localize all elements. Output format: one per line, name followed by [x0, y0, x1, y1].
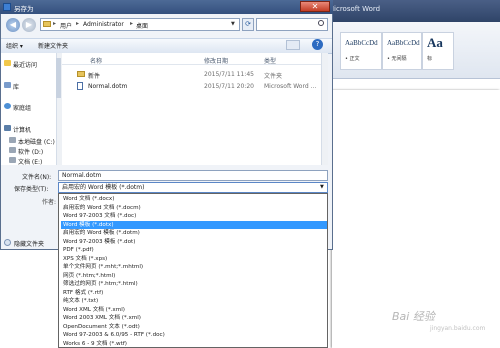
nav-item-homegroup[interactable]: 家庭组	[13, 103, 31, 112]
breadcrumb-separator: ▸	[76, 20, 80, 27]
nav-item-libraries[interactable]: 库	[13, 82, 19, 91]
filetype-option[interactable]: 网页 (*.htm;*.html)	[61, 272, 327, 280]
filetype-option[interactable]: PDF (*.pdf)	[61, 246, 327, 254]
style-no-spacing[interactable]: AaBbCcDd • 无间隔	[382, 32, 422, 70]
filetype-label: 保存类型(T):	[14, 186, 49, 193]
word-document-icon	[77, 82, 83, 90]
style-sample: AaBbCcDd	[387, 39, 420, 47]
filetype-option[interactable]: Word 模板 (*.dotx)	[61, 220, 327, 229]
search-input[interactable]	[256, 18, 328, 31]
nav-item-drive-d[interactable]: 软件 (D:)	[18, 147, 43, 156]
file-name[interactable]: Normal.dotm	[88, 83, 127, 90]
filetype-option[interactable]: 启用宏的 Word 模板 (*.dotm)	[61, 229, 327, 237]
file-modified: 2015/7/11 11:45	[204, 71, 254, 78]
breadcrumb-item[interactable]: Administrator	[83, 21, 124, 28]
organize-button[interactable]: 组织 ▾	[6, 41, 23, 50]
filetype-option[interactable]: OpenDocument 文本 (*.odt)	[61, 323, 327, 331]
nav-item-drive-e[interactable]: 文档 (E:)	[18, 157, 42, 166]
column-header-modified[interactable]: 修改日期	[204, 56, 228, 65]
computer-icon	[4, 125, 11, 131]
filetype-option[interactable]: 单个文件网页 (*.mht;*.mhtml)	[61, 263, 327, 271]
breadcrumb-item[interactable]: 桌面	[136, 21, 148, 30]
style-normal[interactable]: AaBbCcDd • 正文	[340, 32, 382, 70]
baidu-watermark-url: jingyan.baidu.com	[430, 325, 486, 332]
folder-icon	[77, 71, 85, 77]
star-icon	[4, 60, 11, 66]
filetype-option[interactable]: 筛选过的网页 (*.htm;*.html)	[61, 280, 327, 288]
search-icon	[318, 20, 324, 26]
back-button[interactable]: ◀	[6, 18, 20, 32]
drive-icon	[9, 157, 16, 163]
filetype-option[interactable]: Word XML 文档 (*.xml)	[61, 306, 327, 314]
nav-scrollbar-thumb[interactable]	[56, 58, 61, 98]
help-button[interactable]: ?	[312, 39, 323, 50]
filename-field[interactable]: Normal.dotm	[58, 170, 328, 181]
filetype-option[interactable]: Works 6 - 9 文档 (*.wtf)	[61, 340, 327, 348]
new-folder-button[interactable]: 新建文件夹	[38, 41, 68, 50]
filetype-option[interactable]: RTF 格式 (*.rtf)	[61, 289, 327, 297]
filetype-option[interactable]: 纯文本 (*.txt)	[61, 297, 327, 305]
breadcrumb-item[interactable]: 用户	[60, 21, 72, 30]
style-sample: AaBbCcDd	[345, 39, 378, 47]
file-name[interactable]: 新件	[88, 71, 100, 80]
forward-button[interactable]: ▶	[22, 18, 36, 32]
style-label: • 无间隔	[387, 56, 407, 62]
style-sample: Aa	[427, 35, 443, 50]
filetype-option[interactable]: Word 97-2003 文档 (*.doc)	[61, 212, 327, 220]
view-options-button[interactable]	[286, 40, 300, 50]
file-type: Microsoft Word ...	[264, 83, 317, 90]
dialog-titlebar[interactable]	[0, 0, 333, 14]
chevron-down-icon[interactable]: ▼	[320, 184, 324, 190]
style-heading[interactable]: Aa 标	[422, 32, 454, 70]
dialog-title: 另存为	[14, 5, 34, 13]
word-app-icon	[3, 3, 11, 11]
nav-item-recent[interactable]: 最近访问	[13, 60, 37, 69]
nav-item-drive-c[interactable]: 本地磁盘 (C:)	[18, 137, 55, 146]
hide-folders-button[interactable]: 隐藏文件夹	[14, 239, 44, 248]
chevron-down-icon[interactable]: ▼	[231, 21, 235, 27]
folder-icon	[43, 21, 51, 27]
filetype-option[interactable]: Word 97-2003 模板 (*.dot)	[61, 238, 327, 246]
baidu-watermark: Bai 经验	[392, 310, 435, 323]
author-label: 作者:	[42, 199, 57, 206]
column-header-name[interactable]: 名称	[90, 56, 102, 65]
file-modified: 2015/7/11 20:20	[204, 83, 254, 90]
file-list-scrollbar[interactable]	[321, 53, 328, 165]
filename-label: 文件名(N):	[22, 174, 52, 181]
filetype-option[interactable]: Word 97-2003 & 6.0/95 - RTF (*.doc)	[61, 331, 327, 339]
style-label: 标	[427, 56, 433, 62]
breadcrumb-separator: ▸	[53, 20, 57, 27]
refresh-button[interactable]: ⟳	[242, 18, 254, 31]
filetype-option[interactable]: 启用宏的 Word 文档 (*.docm)	[61, 204, 327, 212]
filetype-select[interactable]: 启用宏的 Word 模板 (*.dotm)	[58, 182, 328, 193]
file-list	[62, 53, 327, 165]
drive-icon	[9, 147, 16, 153]
filetype-option[interactable]: XPS 文档 (*.xps)	[61, 255, 327, 263]
filetype-option[interactable]: Word 文档 (*.docx)	[61, 195, 327, 203]
drive-icon	[9, 137, 16, 143]
nav-item-computer[interactable]: 计算机	[13, 125, 31, 134]
filetype-dropdown-list: Word 文档 (*.docx) 启用宏的 Word 文档 (*.docm) Wor…	[58, 193, 328, 348]
close-button[interactable]: ✕	[300, 1, 330, 12]
column-header-type[interactable]: 类型	[264, 56, 276, 65]
chevron-up-icon[interactable]	[4, 239, 11, 246]
filetype-option[interactable]: Word 2003 XML 文档 (*.xml)	[61, 314, 327, 322]
breadcrumb-separator: ▸	[130, 20, 134, 27]
file-type: 文件夹	[264, 73, 283, 80]
style-label: • 正文	[345, 56, 360, 62]
word-title: Microsoft Word	[328, 5, 381, 13]
library-icon	[4, 82, 11, 88]
homegroup-icon	[4, 103, 11, 109]
